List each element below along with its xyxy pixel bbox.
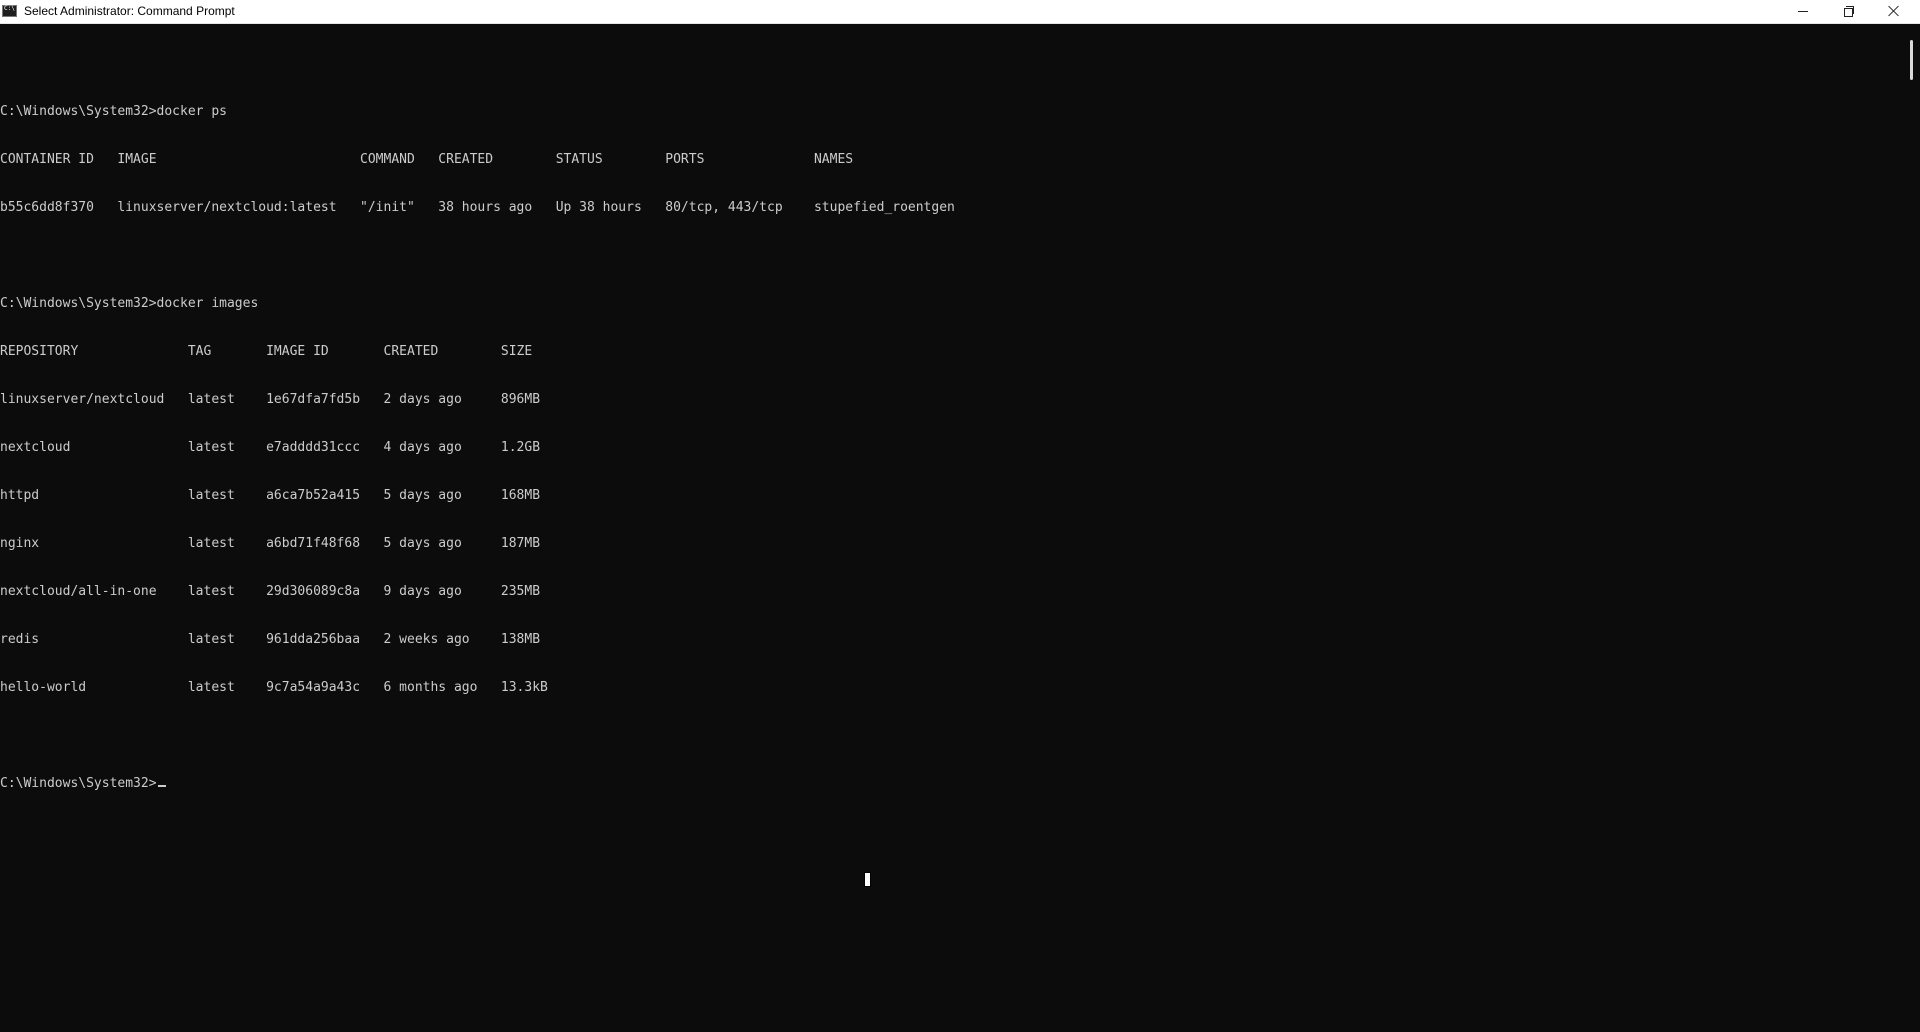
console-line: C:\Windows\System32>docker ps bbox=[0, 104, 227, 119]
console-line: redis latest 961dda256baa 2 weeks ago 13… bbox=[0, 632, 541, 647]
command-prompt-line[interactable]: C:\Windows\System32> bbox=[0, 776, 1900, 792]
cmd-icon bbox=[2, 5, 17, 17]
vertical-scrollbar[interactable] bbox=[1904, 24, 1920, 1032]
console-line: CONTAINER ID IMAGE COMMAND CREATED STATU… bbox=[0, 152, 854, 167]
console-line: C:\Windows\System32>docker images bbox=[0, 296, 259, 311]
scrollbar-thumb[interactable] bbox=[1910, 40, 1913, 80]
console-line: nextcloud/all-in-one latest 29d306089c8a… bbox=[0, 584, 541, 599]
minimize-icon bbox=[1798, 10, 1808, 12]
close-button[interactable] bbox=[1871, 0, 1917, 22]
console-line: hello-world latest 9c7a54a9a43c 6 months… bbox=[0, 680, 548, 695]
mouse-cursor-icon bbox=[864, 872, 871, 887]
minimize-button[interactable] bbox=[1780, 0, 1826, 22]
console-line: nginx latest a6bd71f48f68 5 days ago 187… bbox=[0, 536, 541, 551]
text-cursor bbox=[157, 785, 166, 787]
command-prompt-window: Select Administrator: Command Prompt C:\… bbox=[0, 0, 1920, 1032]
restore-button[interactable] bbox=[1826, 0, 1872, 22]
restore-icon bbox=[1844, 6, 1854, 17]
console-line: linuxserver/nextcloud latest 1e67dfa7fd5… bbox=[0, 392, 541, 407]
prompt-text: C:\Windows\System32> bbox=[0, 776, 157, 791]
console-line: httpd latest a6ca7b52a415 5 days ago 168… bbox=[0, 488, 541, 503]
window-title: Select Administrator: Command Prompt bbox=[24, 4, 235, 18]
console-line: nextcloud latest e7adddd31ccc 4 days ago… bbox=[0, 440, 541, 455]
close-icon bbox=[1888, 5, 1900, 17]
console-output[interactable]: C:\Windows\System32>docker ps CONTAINER … bbox=[0, 24, 1900, 1032]
console-line: b55c6dd8f370 linuxserver/nextcloud:lates… bbox=[0, 200, 955, 215]
title-bar[interactable]: Select Administrator: Command Prompt bbox=[0, 0, 1920, 24]
console-line: REPOSITORY TAG IMAGE ID CREATED SIZE bbox=[0, 344, 533, 359]
